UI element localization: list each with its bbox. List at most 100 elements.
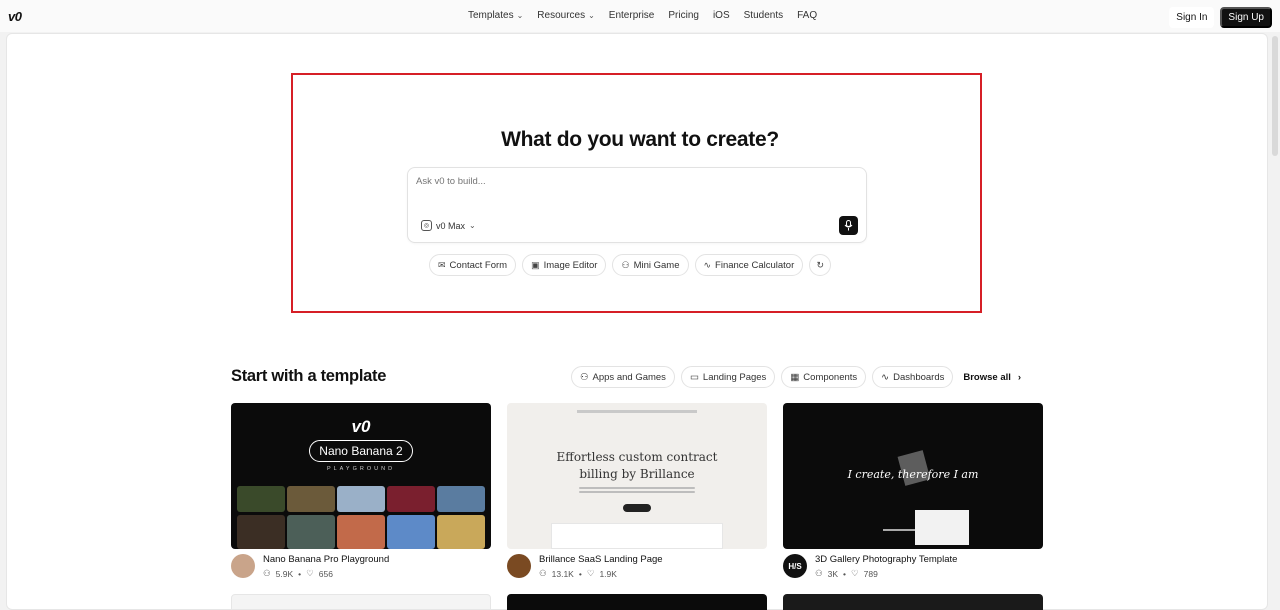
filter-components[interactable]: ▦ Components <box>781 366 867 388</box>
model-icon: ◎ <box>421 220 432 231</box>
thumb-headline: Effortless custom contract billing by Br… <box>556 450 718 481</box>
nav-ios-label: iOS <box>712 10 730 21</box>
filter-label: Components <box>803 371 858 383</box>
template-card-partial[interactable] <box>231 594 491 610</box>
chevron-down-icon: ⌄ <box>516 11 524 20</box>
chart-line-icon: ∿ <box>703 259 712 270</box>
dot-separator: • <box>578 568 582 579</box>
card-title[interactable]: 3D Gallery Photography Template <box>815 554 957 565</box>
chip-label: Finance Calculator <box>715 259 795 271</box>
users-icon: ⚇ <box>539 568 547 578</box>
card-meta: Nano Banana Pro Playground ⚇ 5.9K • ♡ 65… <box>231 549 491 589</box>
layout-icon: ▭ <box>689 371 699 383</box>
image-icon: ▣ <box>531 259 540 270</box>
template-card[interactable]: v0 Nano Banana 2 PLAYGROUND Nano Banana … <box>231 403 491 589</box>
image-tile <box>387 515 435 549</box>
chip-image-editor[interactable]: ▣ Image Editor <box>522 254 607 276</box>
nav-pricing[interactable]: Pricing <box>668 10 699 21</box>
likes-count: 1.9K <box>599 568 617 579</box>
chevron-down-icon: ⌄ <box>469 221 476 230</box>
heart-icon: ♡ <box>586 568 595 578</box>
image-tile <box>237 515 285 549</box>
likes-count: 789 <box>863 568 878 579</box>
image-tile <box>237 486 285 512</box>
users-icon: ⚇ <box>263 568 271 578</box>
avatar[interactable]: H/S <box>783 554 807 578</box>
section-title: Start with a template <box>231 367 387 385</box>
nav-enterprise[interactable]: Enterprise <box>609 10 655 21</box>
nav-resources-label: Resources <box>537 10 586 21</box>
template-thumbnail[interactable]: v0 Nano Banana 2 PLAYGROUND <box>231 403 491 549</box>
chevron-down-icon: ⌄ <box>588 11 595 20</box>
nav-ios[interactable]: iOS <box>713 10 730 21</box>
template-filters: ⚇ Apps and Games ▭ Landing Pages ▦ Compo… <box>571 366 1021 388</box>
nav-pricing-label: Pricing <box>668 10 699 21</box>
card-stats: ⚇ 5.9K • ♡ 656 <box>263 568 333 579</box>
filter-dashboards[interactable]: ∿ Dashboards <box>872 366 954 388</box>
thumb-cta <box>623 504 651 512</box>
prompt-input[interactable] <box>416 176 836 187</box>
subtext-line <box>579 491 695 493</box>
template-card[interactable]: Effortless custom contract billing by Br… <box>507 403 767 589</box>
filter-landing-pages[interactable]: ▭ Landing Pages <box>680 366 776 388</box>
template-card[interactable]: I create, therefore I am H/S 3D Gallery … <box>783 403 1043 589</box>
heart-icon: ♡ <box>306 568 314 578</box>
template-card-partial[interactable] <box>507 594 767 610</box>
nav-students[interactable]: Students <box>744 10 783 21</box>
image-tile <box>387 486 435 512</box>
refresh-suggestions-button[interactable]: ↻ <box>809 254 832 276</box>
card-title[interactable]: Brillance SaaS Landing Page <box>539 554 663 565</box>
mic-icon <box>844 220 853 231</box>
apps-icon: ⚇ <box>580 371 589 383</box>
image-tile <box>337 486 385 512</box>
thumb-preview-frame <box>551 523 723 549</box>
chip-finance-calculator[interactable]: ∿ Finance Calculator <box>694 254 804 276</box>
thumb-logo: v0 <box>351 417 371 436</box>
template-thumbnail[interactable]: Effortless custom contract billing by Br… <box>507 403 767 549</box>
card-meta: H/S 3D Gallery Photography Template ⚇ 3K… <box>783 549 1043 589</box>
game-icon: ⚇ <box>621 259 630 270</box>
nav-students-label: Students <box>743 10 784 21</box>
browse-all-link[interactable]: Browse all › <box>963 372 1021 383</box>
nav-links: Templates ⌄ Resources ⌄ Enterprise Prici… <box>468 10 817 21</box>
image-tile <box>437 515 485 549</box>
sign-up-button[interactable]: Sign Up <box>1220 7 1272 28</box>
card-stats: ⚇ 3K • ♡ 789 <box>815 568 878 579</box>
nav-faq[interactable]: FAQ <box>797 10 817 21</box>
thumb-badge: Nano Banana 2 <box>309 440 413 462</box>
avatar[interactable] <box>231 554 255 578</box>
prompt-box[interactable]: ◎ v0 Max ⌄ <box>407 167 867 243</box>
sign-in-button[interactable]: Sign In <box>1169 7 1215 28</box>
filter-apps-games[interactable]: ⚇ Apps and Games <box>571 366 675 388</box>
auth-buttons: Sign In Sign Up <box>1169 7 1272 28</box>
thumb-headline: I create, therefore I am <box>847 468 979 481</box>
filter-label: Landing Pages <box>702 371 767 383</box>
pulse-icon: ∿ <box>881 371 890 383</box>
chip-label: Image Editor <box>543 259 598 271</box>
dot-separator: • <box>298 568 302 579</box>
v0-logo[interactable]: v0 <box>8 9 22 24</box>
chip-contact-form[interactable]: ✉ Contact Form <box>429 254 517 276</box>
filter-label: Apps and Games <box>592 371 666 383</box>
template-card-partial[interactable] <box>783 594 1043 610</box>
mic-button[interactable] <box>839 216 858 235</box>
nav-resources[interactable]: Resources ⌄ <box>537 10 595 21</box>
thumb-caption-line <box>883 529 919 531</box>
image-tile <box>287 486 335 512</box>
filter-label: Dashboards <box>893 371 945 383</box>
nav-templates[interactable]: Templates ⌄ <box>468 10 523 21</box>
refresh-icon: ↻ <box>816 259 825 270</box>
card-title[interactable]: Nano Banana Pro Playground <box>263 554 389 565</box>
image-tile <box>437 486 485 512</box>
users-count: 13.1K <box>551 568 574 579</box>
subtext-line <box>579 487 695 489</box>
chevron-right-icon: › <box>1017 371 1022 383</box>
avatar[interactable] <box>507 554 531 578</box>
chip-mini-game[interactable]: ⚇ Mini Game <box>612 254 689 276</box>
nav-faq-label: FAQ <box>797 10 818 21</box>
template-thumbnail[interactable]: I create, therefore I am <box>783 403 1043 549</box>
browse-all-label: Browse all <box>963 371 1011 383</box>
users-icon: ⚇ <box>815 568 823 578</box>
heart-icon: ♡ <box>851 568 859 578</box>
model-select[interactable]: ◎ v0 Max ⌄ <box>421 220 476 231</box>
